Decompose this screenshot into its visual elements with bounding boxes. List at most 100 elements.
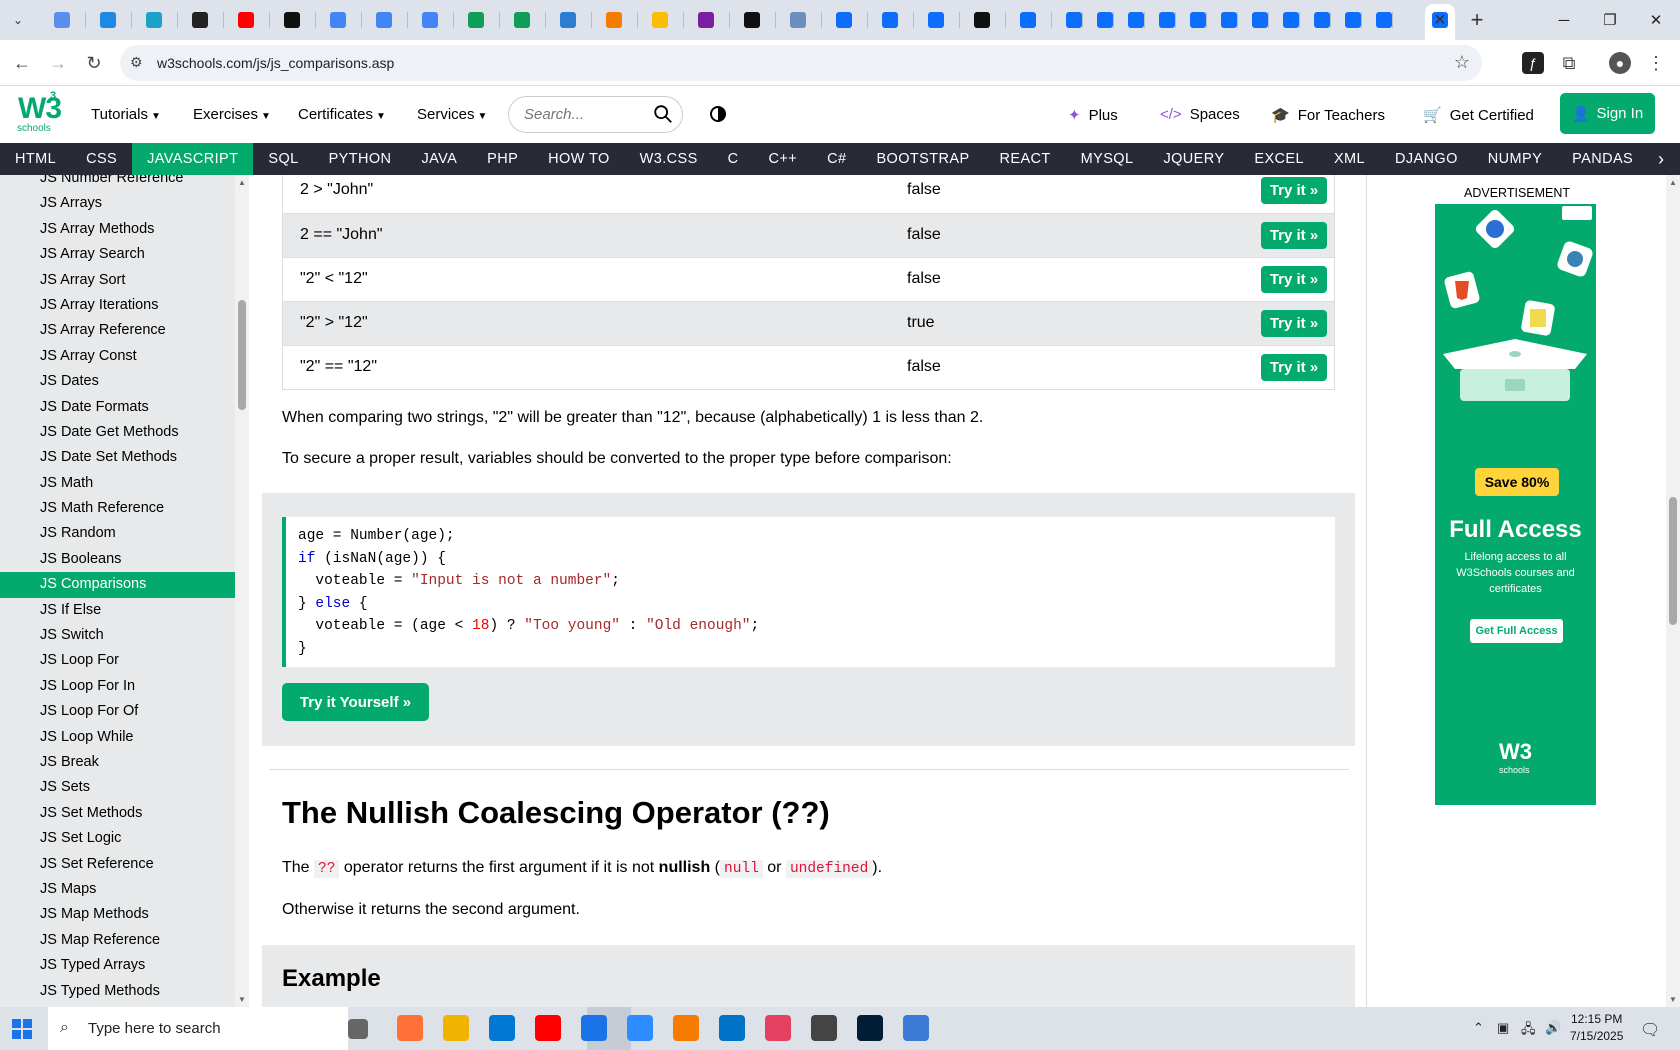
browser-tab[interactable] [316, 0, 362, 40]
minimize-icon[interactable]: ─ [1541, 0, 1587, 40]
browser-tab[interactable] [638, 0, 684, 40]
sidebar-item[interactable]: JS Date Formats [0, 395, 235, 420]
sidebar-item[interactable]: JS Date Get Methods [0, 420, 235, 445]
topic-numpy[interactable]: NUMPY [1473, 143, 1557, 175]
menu-exercises[interactable]: Exercises ▼ [193, 106, 271, 123]
browser-tab[interactable] [1176, 0, 1207, 40]
task-view-icon[interactable] [348, 1019, 368, 1039]
browser-tab[interactable] [914, 0, 960, 40]
url-text[interactable]: w3schools.com/js/js_comparisons.asp [157, 55, 394, 71]
search-icon[interactable] [652, 103, 674, 125]
browser-tab[interactable] [546, 0, 592, 40]
try-it-button[interactable]: Try it » [1261, 266, 1327, 293]
browser-tab[interactable] [1269, 0, 1300, 40]
taskbar-app-icon[interactable] [903, 1015, 929, 1041]
browser-tab[interactable] [684, 0, 730, 40]
topic-css[interactable]: CSS [71, 143, 132, 175]
browser-tab[interactable] [408, 0, 454, 40]
forward-icon[interactable]: → [44, 49, 72, 77]
browser-tab[interactable] [132, 0, 178, 40]
topic-sql[interactable]: SQL [253, 143, 313, 175]
sidebar-item[interactable]: JS Arrays [0, 191, 235, 216]
taskbar-app-icon[interactable] [811, 1015, 837, 1041]
extensions-puzzle-icon[interactable]: ⧉ [1558, 52, 1580, 74]
browser-menu-icon[interactable]: ⋮ [1645, 52, 1667, 74]
dark-mode-toggle-icon[interactable] [710, 106, 726, 122]
site-info-icon[interactable]: ⚙ [130, 54, 143, 71]
sidebar-item[interactable]: JS Loop For [0, 648, 235, 673]
taskbar-app-icon[interactable] [443, 1015, 469, 1041]
menu-tutorials[interactable]: Tutorials ▼ [91, 106, 161, 123]
browser-tab[interactable] [454, 0, 500, 40]
nav-get-certified[interactable]: 🛒 Get Certified [1423, 106, 1534, 125]
sidebar-item[interactable]: JS Typed Arrays [0, 953, 235, 978]
search-input[interactable] [524, 106, 644, 123]
sidebar-item[interactable]: JS Map Reference [0, 928, 235, 953]
browser-tab[interactable] [1145, 0, 1176, 40]
try-it-yourself-button[interactable]: Try it Yourself » [282, 683, 429, 721]
topic-python[interactable]: PYTHON [314, 143, 407, 175]
sidebar-item[interactable]: JS Maps [0, 877, 235, 902]
browser-tab[interactable] [224, 0, 270, 40]
sidebar-item[interactable]: JS Set Reference [0, 852, 235, 877]
topic-pandas[interactable]: PANDAS [1557, 143, 1648, 175]
browser-tab[interactable] [868, 0, 914, 40]
browser-tab[interactable] [822, 0, 868, 40]
topic-w3-css[interactable]: W3.CSS [625, 143, 713, 175]
sidebar-item[interactable]: JS Map Methods [0, 902, 235, 927]
taskbar-app-icon[interactable] [627, 1015, 653, 1041]
browser-tab[interactable] [1083, 0, 1114, 40]
tab-search-chevron-icon[interactable]: ⌄ [6, 8, 30, 32]
sidebar-item[interactable]: JS Array Search [0, 242, 235, 267]
topic-bootstrap[interactable]: BOOTSTRAP [861, 143, 984, 175]
volume-icon[interactable]: 🔊 [1545, 1020, 1561, 1036]
restore-icon[interactable]: ❐ [1587, 0, 1633, 40]
menu-certificates[interactable]: Certificates ▼ [298, 106, 386, 123]
sidebar-item[interactable]: JS Random [0, 521, 235, 546]
taskbar-app-icon[interactable] [719, 1015, 745, 1041]
scroll-up-icon[interactable]: ▲ [1669, 178, 1677, 187]
browser-tab[interactable] [1006, 0, 1052, 40]
sidebar-item[interactable]: JS Sets [0, 775, 235, 800]
browser-tab[interactable] [270, 0, 316, 40]
browser-tab[interactable] [1052, 0, 1083, 40]
try-it-button[interactable]: Try it » [1261, 310, 1327, 337]
browser-tab[interactable] [1207, 0, 1238, 40]
topic-jquery[interactable]: JQUERY [1148, 143, 1239, 175]
page-scroll-thumb[interactable] [1669, 497, 1677, 625]
nav-spaces[interactable]: </> Spaces [1160, 106, 1240, 123]
browser-tab[interactable] [592, 0, 638, 40]
w3schools-logo[interactable]: W3 3 schools [16, 90, 62, 136]
sidebar-item[interactable]: JS Array Iterations [0, 293, 235, 318]
sidebar-item[interactable]: JS Comparisons [0, 572, 235, 598]
tray-chevron-icon[interactable]: ⌃ [1473, 1020, 1484, 1036]
sidebar-item[interactable]: JS Dates [0, 369, 235, 394]
notifications-icon[interactable]: 🗨 [1640, 1020, 1660, 1040]
topic-react[interactable]: REACT [985, 143, 1066, 175]
tray-app-icon[interactable]: ▣ [1497, 1020, 1509, 1036]
browser-tab[interactable] [1114, 0, 1145, 40]
topic-mysql[interactable]: MYSQL [1066, 143, 1149, 175]
ad-banner[interactable]: Save 80% Full Access Lifelong access to … [1435, 204, 1596, 805]
chevron-right-icon[interactable]: › [1642, 143, 1680, 175]
bookmark-star-icon[interactable]: ☆ [1454, 52, 1470, 73]
sidebar-item[interactable]: JS If Else [0, 598, 235, 623]
page-scrollbar[interactable]: ▲ ▼ [1666, 175, 1680, 1007]
browser-tab[interactable] [776, 0, 822, 40]
sidebar-item[interactable]: JS Typed Methods [0, 979, 235, 1004]
browser-tab[interactable] [86, 0, 132, 40]
ad-cta-button[interactable]: Get Full Access [1470, 619, 1563, 643]
extension-icon[interactable]: ƒ [1522, 52, 1544, 74]
browser-tab[interactable] [1300, 0, 1331, 40]
sidebar-item[interactable]: JS Set Logic [0, 826, 235, 851]
close-window-icon[interactable]: ✕ [1633, 0, 1679, 40]
sidebar-item[interactable]: JS Loop While [0, 725, 235, 750]
scroll-up-icon[interactable]: ▲ [238, 178, 246, 187]
taskbar-app-icon[interactable] [765, 1015, 791, 1041]
browser-tab[interactable] [1362, 0, 1393, 40]
topic-how-to[interactable]: HOW TO [533, 143, 624, 175]
site-search[interactable] [508, 96, 683, 133]
sign-in-button[interactable]: 👤 Sign In [1560, 93, 1655, 134]
topic-html[interactable]: HTML [0, 143, 71, 175]
try-it-button[interactable]: Try it » [1261, 177, 1327, 204]
